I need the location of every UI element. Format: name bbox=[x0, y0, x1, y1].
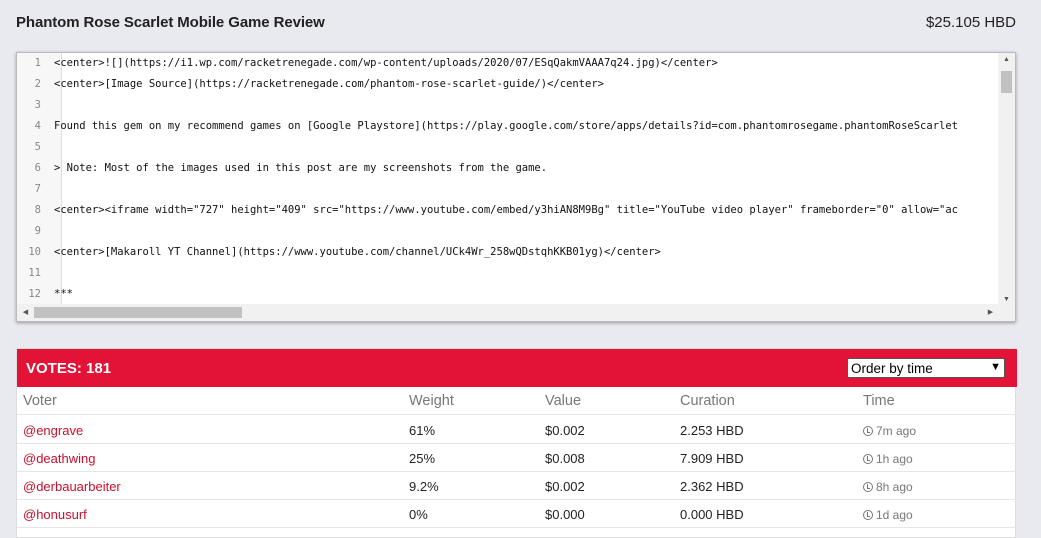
post-title: Phantom Rose Scarlet Mobile Game Review bbox=[16, 14, 325, 31]
line-number: 3 bbox=[34, 99, 41, 111]
code-line[interactable]: 4 Found this gem on my recommend games o… bbox=[17, 116, 1007, 137]
line-text[interactable]: *** bbox=[54, 284, 999, 305]
scrollbar-corner bbox=[998, 304, 1015, 321]
vote-time: 1h ago bbox=[863, 452, 913, 466]
order-select[interactable]: Order by time ▼ bbox=[847, 358, 1005, 378]
markdown-editor[interactable]: 1 <center>![](https://i1.wp.com/racketre… bbox=[16, 52, 1016, 322]
table-header-row: Voter Weight Value Curation Time bbox=[17, 387, 1017, 415]
voter-link[interactable]: @engrave bbox=[23, 423, 83, 438]
table-row: @engrave 61% $0.002 2.253 HBD 7m ago bbox=[17, 416, 1017, 444]
vote-time-text: 1h ago bbox=[876, 452, 913, 466]
vote-curation: 2.362 HBD bbox=[680, 479, 744, 494]
vote-weight: 25% bbox=[409, 451, 436, 466]
clock-icon bbox=[863, 510, 873, 520]
vote-value: $0.008 bbox=[545, 451, 585, 466]
votes-count: VOTES: 181 bbox=[26, 360, 112, 377]
code-line[interactable]: 5 bbox=[17, 137, 1007, 158]
scroll-left-arrow-icon[interactable]: ◀ bbox=[17, 308, 34, 316]
code-line[interactable]: 7 bbox=[17, 179, 1007, 200]
vote-time-text: 1d ago bbox=[876, 508, 913, 522]
code-line[interactable]: 3 bbox=[17, 95, 1007, 116]
line-number: 9 bbox=[34, 225, 41, 237]
vote-time-text: 7m ago bbox=[876, 424, 917, 438]
voter-link[interactable]: @deathwing bbox=[23, 451, 95, 466]
code-line[interactable]: 12 *** bbox=[17, 284, 1007, 305]
votes-panel: VOTES: 181 Order by time ▼ Voter Weight … bbox=[16, 348, 1017, 538]
line-number: 10 bbox=[28, 246, 41, 258]
column-header-voter[interactable]: Voter bbox=[23, 393, 57, 409]
clock-icon bbox=[863, 454, 873, 464]
order-select-value: Order by time bbox=[851, 361, 933, 376]
line-number: 11 bbox=[28, 267, 41, 279]
votes-header: VOTES: 181 Order by time ▼ bbox=[17, 349, 1017, 387]
line-text[interactable]: Found this gem on my recommend games on … bbox=[54, 116, 999, 137]
column-header-weight[interactable]: Weight bbox=[409, 393, 454, 409]
horizontal-scroll-thumb[interactable] bbox=[34, 307, 242, 318]
line-number: 7 bbox=[34, 183, 41, 195]
vote-weight: 9.2% bbox=[409, 479, 439, 494]
line-text[interactable]: > Note: Most of the images used in this … bbox=[54, 158, 999, 179]
chevron-down-icon: ▼ bbox=[990, 361, 1001, 373]
vote-time: 7m ago bbox=[863, 424, 916, 438]
line-number: 2 bbox=[34, 78, 41, 90]
vote-weight: 61% bbox=[409, 423, 436, 438]
table-row: @derbauarbeiter 9.2% $0.002 2.362 HBD 8h… bbox=[17, 472, 1017, 500]
clock-icon bbox=[863, 482, 873, 492]
code-line[interactable]: 9 bbox=[17, 221, 1007, 242]
code-line[interactable]: 8 <center><iframe width="727" height="40… bbox=[17, 200, 1007, 221]
vote-curation: 2.253 HBD bbox=[680, 423, 744, 438]
vote-value: $0.000 bbox=[545, 507, 585, 522]
line-text[interactable]: <center><iframe width="727" height="409"… bbox=[54, 200, 999, 221]
vote-value: $0.002 bbox=[545, 479, 585, 494]
scroll-down-arrow-icon[interactable]: ▼ bbox=[998, 296, 1015, 303]
scroll-right-arrow-icon[interactable]: ▶ bbox=[982, 308, 999, 316]
vote-curation: 7.909 HBD bbox=[680, 451, 744, 466]
vote-time-text: 8h ago bbox=[876, 480, 913, 494]
line-text[interactable]: <center>![](https://i1.wp.com/racketrene… bbox=[54, 53, 999, 74]
line-number: 6 bbox=[34, 162, 41, 174]
code-line[interactable]: 11 bbox=[17, 263, 1007, 284]
voter-link[interactable]: @honusurf bbox=[23, 507, 87, 522]
line-number: 5 bbox=[34, 141, 41, 153]
line-number: 1 bbox=[34, 57, 41, 69]
voter-link[interactable]: @derbauarbeiter bbox=[23, 479, 121, 494]
vote-weight: 0% bbox=[409, 507, 428, 522]
line-number: 4 bbox=[34, 120, 41, 132]
table-row: @deathwing 25% $0.008 7.909 HBD 1h ago bbox=[17, 444, 1017, 472]
line-text[interactable]: <center>[Image Source](https://racketren… bbox=[54, 74, 999, 95]
table-row: @honusurf 0% $0.000 0.000 HBD 1d ago bbox=[17, 500, 1017, 528]
code-line[interactable]: 10 <center>[Makaroll YT Channel](https:/… bbox=[17, 242, 1007, 263]
code-line[interactable]: 1 <center>![](https://i1.wp.com/racketre… bbox=[17, 53, 1007, 74]
post-header: Phantom Rose Scarlet Mobile Game Review … bbox=[16, 14, 1016, 34]
vertical-scrollbar[interactable]: ▲ ▼ bbox=[998, 53, 1015, 306]
column-header-time[interactable]: Time bbox=[863, 393, 895, 409]
vote-time: 8h ago bbox=[863, 480, 913, 494]
vote-curation: 0.000 HBD bbox=[680, 507, 744, 522]
vertical-scroll-thumb[interactable] bbox=[1001, 71, 1012, 93]
code-line[interactable]: 2 <center>[Image Source](https://racketr… bbox=[17, 74, 1007, 95]
clock-icon bbox=[863, 426, 873, 436]
column-header-value[interactable]: Value bbox=[545, 393, 581, 409]
horizontal-scrollbar[interactable]: ◀ ▶ bbox=[17, 304, 999, 321]
scroll-up-arrow-icon[interactable]: ▲ bbox=[998, 56, 1015, 63]
line-number: 8 bbox=[34, 204, 41, 216]
column-header-curation[interactable]: Curation bbox=[680, 393, 735, 409]
line-number: 12 bbox=[28, 288, 41, 300]
vote-value: $0.002 bbox=[545, 423, 585, 438]
code-line[interactable]: 6 > Note: Most of the images used in thi… bbox=[17, 158, 1007, 179]
post-payout-value: $25.105 HBD bbox=[925, 14, 1016, 31]
line-text[interactable]: <center>[Makaroll YT Channel](https://ww… bbox=[54, 242, 999, 263]
vote-time: 1d ago bbox=[863, 508, 913, 522]
